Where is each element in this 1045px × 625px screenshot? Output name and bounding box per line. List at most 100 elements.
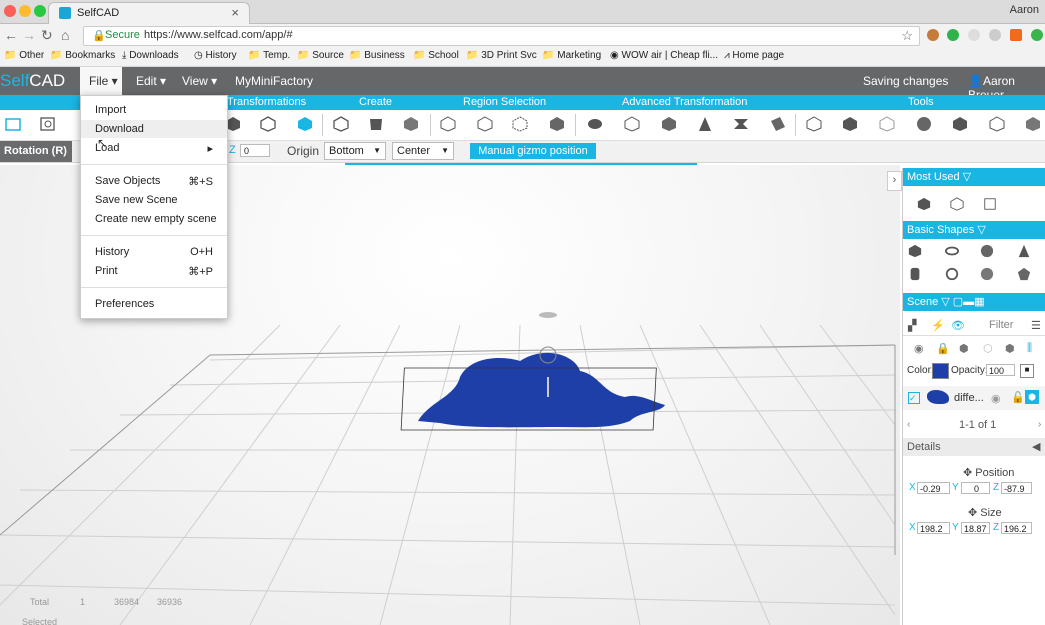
tool-icon[interactable]: [1025, 116, 1041, 132]
geosphere-shape-icon[interactable]: [980, 267, 994, 281]
color-swatch[interactable]: [932, 363, 949, 379]
browser-tab[interactable]: SelfCAD ×: [48, 2, 250, 24]
bookmark-item[interactable]: 📁 Temp.: [248, 50, 290, 61]
object-checkbox[interactable]: ✓: [908, 392, 920, 404]
lock-icon[interactable]: 🔒: [936, 342, 950, 355]
bookmark-star-icon[interactable]: ☆: [901, 28, 913, 44]
bookmark-item[interactable]: 📁 School: [413, 50, 459, 61]
menu-item-import[interactable]: Import: [95, 104, 126, 116]
bookmark-item[interactable]: 📁 Business: [349, 50, 405, 61]
extension-icon[interactable]: [927, 29, 939, 41]
bookmark-item[interactable]: ◉ WOW air | Cheap fli...: [610, 50, 718, 61]
menu-item-download[interactable]: Download: [95, 123, 144, 135]
select-tool-icon[interactable]: [5, 116, 21, 132]
category-advanced-transformation[interactable]: Advanced Transformation: [622, 96, 747, 108]
menu-item-create-new-empty-scene[interactable]: Create new empty scene: [95, 213, 217, 225]
extension-icon[interactable]: [968, 29, 980, 41]
prev-page-icon[interactable]: ‹: [907, 419, 910, 430]
object-name[interactable]: diffe...: [954, 392, 984, 404]
polyhedron-shape-icon[interactable]: [1017, 267, 1031, 281]
search-tool-icon[interactable]: [40, 116, 56, 132]
back-icon[interactable]: ←: [4, 27, 18, 43]
eye-icon[interactable]: 👁: [951, 319, 965, 332]
url-text[interactable]: https://www.selfcad.com/app/#: [144, 29, 293, 41]
position-z-input[interactable]: -87.9: [1001, 482, 1032, 494]
bookmark-item[interactable]: ⩘ Home page: [724, 50, 784, 61]
sliders-icon[interactable]: ⫼: [1027, 342, 1032, 355]
size-z-input[interactable]: 196.2: [1001, 522, 1032, 534]
url-bar[interactable]: 🔒 Secure https://www.selfcad.com/app/# ☆: [83, 26, 920, 46]
reload-icon[interactable]: ↻: [41, 27, 53, 44]
cube-icon[interactable]: [950, 197, 964, 211]
menu-view[interactable]: View ▾: [182, 74, 217, 88]
origin-select-2[interactable]: Center ▼: [392, 142, 454, 160]
category-tools[interactable]: Tools: [908, 96, 934, 108]
region-select-icon[interactable]: [440, 116, 456, 132]
z-rotation-input[interactable]: 0: [240, 144, 270, 157]
wireframe-icon[interactable]: ⬡: [983, 342, 993, 355]
region-edge-icon[interactable]: [549, 116, 565, 132]
menu-item-preferences[interactable]: Preferences: [95, 298, 154, 310]
tool-icon[interactable]: [806, 116, 822, 132]
extension-icon[interactable]: [1031, 29, 1043, 41]
select-box-icon[interactable]: [983, 197, 997, 211]
close-window-icon[interactable]: [4, 5, 16, 17]
layers-icon[interactable]: [587, 116, 603, 132]
tool-icon[interactable]: [989, 116, 1005, 132]
rotate-tool-icon[interactable]: [297, 116, 313, 132]
tool-icon[interactable]: [952, 116, 968, 132]
bookmark-item[interactable]: 📁 Bookmarks: [50, 50, 115, 61]
smooth-icon[interactable]: [661, 116, 677, 132]
cube-icon[interactable]: ⬢: [959, 342, 969, 355]
region-face-icon[interactable]: [477, 116, 493, 132]
torus-shape-icon[interactable]: [945, 244, 959, 258]
menu-item-print[interactable]: Print: [95, 265, 118, 277]
manual-gizmo-button[interactable]: Manual gizmo position: [470, 143, 596, 159]
cube-shape-icon[interactable]: [908, 244, 922, 258]
shape-icon[interactable]: [403, 116, 419, 132]
menu-edit[interactable]: Edit ▾: [136, 74, 166, 88]
minimize-window-icon[interactable]: [19, 5, 31, 17]
menu-item-save-new-scene[interactable]: Save new Scene: [95, 194, 178, 206]
home-icon[interactable]: ⌂: [61, 27, 69, 43]
category-region-selection[interactable]: Region Selection: [463, 96, 546, 108]
cylinder-shape-icon[interactable]: [908, 267, 922, 281]
most-used-header[interactable]: Most Used ▽: [903, 168, 1045, 186]
forward-icon[interactable]: →: [22, 27, 36, 43]
bookmark-item[interactable]: 📁 Other: [4, 50, 44, 61]
eye-icon[interactable]: ◉: [991, 392, 1001, 405]
cube-icon[interactable]: [917, 197, 931, 211]
extension-icon[interactable]: [1010, 29, 1022, 41]
tab-close-icon[interactable]: ×: [231, 5, 239, 20]
tool-icon[interactable]: [916, 116, 932, 132]
toggle-icon[interactable]: ▢▬▦: [953, 296, 985, 308]
menu-item-save-objects[interactable]: Save Objects: [95, 175, 160, 187]
category-create[interactable]: Create: [359, 96, 392, 108]
bookmark-item[interactable]: ◷ History: [194, 50, 237, 61]
rotation-mode-button[interactable]: Rotation (R): [0, 141, 72, 162]
maximize-window-icon[interactable]: [34, 5, 46, 17]
browser-profile[interactable]: Aaron: [1010, 4, 1039, 16]
lock-icon[interactable]: 🔓: [1011, 391, 1025, 404]
square-button[interactable]: ■: [1020, 364, 1034, 378]
bookmark-item[interactable]: ⤓ Downloads: [122, 50, 179, 61]
visibility-toggle-icon[interactable]: ⚡: [931, 319, 945, 332]
scale-tool-icon[interactable]: [260, 116, 276, 132]
sphere-shape-icon[interactable]: [980, 244, 994, 258]
position-x-input[interactable]: -0.29: [917, 482, 950, 494]
scene-view-icon[interactable]: ▞: [908, 319, 916, 332]
tool-icon[interactable]: [879, 116, 895, 132]
next-page-icon[interactable]: ›: [1038, 419, 1041, 430]
cube-icon[interactable]: [333, 116, 349, 132]
tool-icon[interactable]: [842, 116, 858, 132]
knot-shape-icon[interactable]: [945, 267, 959, 281]
taper-icon[interactable]: [697, 116, 713, 132]
extension-icon[interactable]: [947, 29, 959, 41]
cone-shape-icon[interactable]: [1017, 244, 1031, 258]
filter-input[interactable]: Filter: [989, 319, 1013, 331]
menu-file[interactable]: File ▾: [89, 74, 118, 88]
back-arrow-icon[interactable]: ◀: [1032, 440, 1040, 453]
twist-icon[interactable]: [733, 116, 749, 132]
region-vertex-icon[interactable]: [512, 116, 528, 132]
size-y-input[interactable]: 18.87: [961, 522, 990, 534]
